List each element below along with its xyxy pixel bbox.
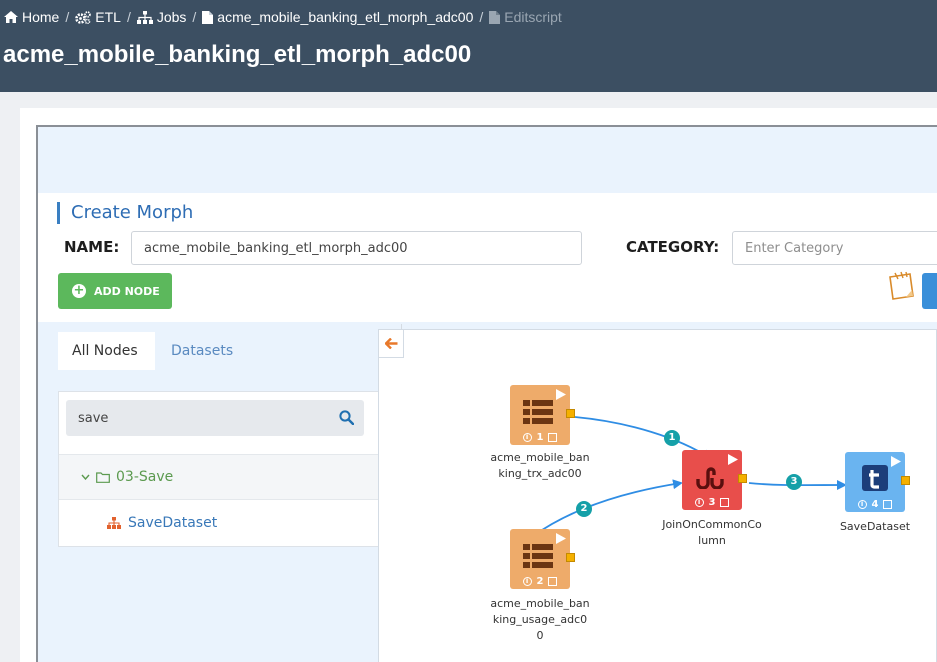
breadcrumb-etl[interactable]: ETL	[75, 9, 121, 25]
plus-icon: +	[72, 283, 86, 298]
page-title: acme_mobile_banking_etl_morph_adc00	[3, 41, 472, 68]
breadcrumb-job[interactable]: acme_mobile_banking_etl_morph_adc00	[202, 9, 473, 25]
breadcrumb-home[interactable]: Home	[4, 9, 59, 25]
tab-datasets[interactable]: Datasets	[157, 332, 247, 370]
node-palette: All Nodes Datasets 03-Save SaveDataset	[38, 324, 402, 662]
node-label: JoinOnCommonColumn	[662, 518, 762, 547]
node-search-input[interactable]	[66, 400, 316, 436]
folder-icon	[96, 471, 110, 483]
node-source-trx[interactable]: i 1	[510, 385, 575, 445]
node-number: 3	[708, 497, 716, 508]
node-tree: 03-Save SaveDataset	[58, 391, 386, 547]
file-icon	[202, 10, 214, 24]
breadcrumb-jobs[interactable]: Jobs	[136, 9, 187, 25]
copy-icon[interactable]	[883, 500, 893, 509]
info-icon[interactable]: i	[522, 577, 532, 586]
output-port[interactable]	[738, 474, 747, 483]
tree-item-label: SaveDataset	[128, 515, 218, 531]
file-icon	[489, 10, 501, 24]
node-footer: i 4	[845, 499, 905, 510]
info-icon[interactable]: i	[694, 498, 704, 507]
sitemap-icon	[107, 517, 121, 529]
copy-icon[interactable]	[548, 433, 558, 442]
edge-badge: 1	[664, 430, 680, 446]
run-icon[interactable]	[555, 388, 567, 401]
breadcrumb-editscript-label: Editscript	[504, 9, 562, 25]
stumbleupon-icon	[696, 467, 724, 489]
add-node-button[interactable]: + ADD NODE	[58, 273, 172, 309]
breadcrumb-jobs-label: Jobs	[156, 9, 187, 25]
flow-canvas[interactable]: 1 2 3 i 1 acme_mobile_banking_trx_adc00 …	[378, 329, 937, 662]
page-header: Home / ETL / Jobs / acme_mobile_banking_…	[0, 0, 937, 92]
chevron-down-icon	[81, 474, 90, 480]
edge-badge: 3	[786, 474, 802, 490]
sitemap-icon	[136, 10, 153, 24]
breadcrumb-separator: /	[65, 9, 70, 25]
breadcrumb: Home / ETL / Jobs / acme_mobile_banking_…	[4, 9, 562, 25]
node-number: 1	[536, 432, 544, 443]
tab-all-nodes[interactable]: All Nodes	[58, 332, 155, 370]
node-footer: i 1	[510, 432, 570, 443]
morph-editor-frame: Create Morph NAME: CATEGORY: + ADD NODE …	[36, 125, 937, 662]
table-icon	[523, 400, 553, 424]
node-source-usage[interactable]: i 2	[510, 529, 575, 589]
breadcrumb-etl-label: ETL	[95, 9, 121, 25]
tree-folder-label: 03-Save	[116, 469, 174, 485]
search-icon[interactable]	[339, 410, 354, 425]
create-morph-form: Create Morph NAME: CATEGORY: + ADD NODE	[38, 193, 937, 322]
run-icon[interactable]	[890, 455, 902, 468]
run-icon[interactable]	[727, 453, 739, 466]
node-save-dataset[interactable]: i 4	[845, 452, 910, 512]
edge-2[interactable]	[541, 479, 683, 531]
breadcrumb-separator: /	[126, 9, 131, 25]
name-label: NAME:	[64, 238, 120, 256]
node-label: acme_mobile_banking_usage_adc00	[490, 597, 590, 642]
tree-folder[interactable]: 03-Save	[59, 454, 385, 500]
tree-item[interactable]: SaveDataset	[59, 500, 385, 546]
output-port[interactable]	[901, 476, 910, 485]
output-port[interactable]	[566, 409, 575, 418]
info-icon[interactable]: i	[857, 500, 867, 509]
node-label: acme_mobile_banking_trx_adc00	[490, 451, 590, 480]
node-footer: i 3	[682, 497, 742, 508]
node-label: SaveDataset	[839, 520, 911, 533]
copy-icon[interactable]	[720, 498, 730, 507]
node-join[interactable]: i 3	[682, 450, 747, 510]
category-input[interactable]	[732, 231, 937, 265]
breadcrumb-editscript: Editscript	[489, 9, 562, 25]
node-number: 2	[536, 576, 544, 587]
info-icon[interactable]: i	[522, 433, 532, 442]
breadcrumb-separator: /	[479, 9, 484, 25]
run-icon[interactable]	[555, 532, 567, 545]
gears-icon	[75, 10, 92, 24]
add-node-label: ADD NODE	[94, 284, 160, 298]
save-morph-button[interactable]	[922, 273, 937, 309]
category-label: CATEGORY:	[626, 238, 720, 256]
notes-icon[interactable]	[886, 271, 916, 301]
copy-icon[interactable]	[548, 577, 558, 586]
breadcrumb-job-label: acme_mobile_banking_etl_morph_adc00	[217, 9, 474, 25]
table-icon	[523, 544, 553, 568]
tumblr-icon	[862, 465, 888, 491]
name-input[interactable]	[131, 231, 582, 265]
breadcrumb-separator: /	[192, 9, 197, 25]
form-title: Create Morph	[57, 202, 193, 224]
node-search	[66, 400, 364, 436]
output-port[interactable]	[566, 553, 575, 562]
node-number: 4	[871, 499, 879, 510]
breadcrumb-home-label: Home	[22, 9, 60, 25]
node-footer: i 2	[510, 576, 570, 587]
home-icon	[4, 11, 18, 23]
edge-badge: 2	[576, 501, 592, 517]
